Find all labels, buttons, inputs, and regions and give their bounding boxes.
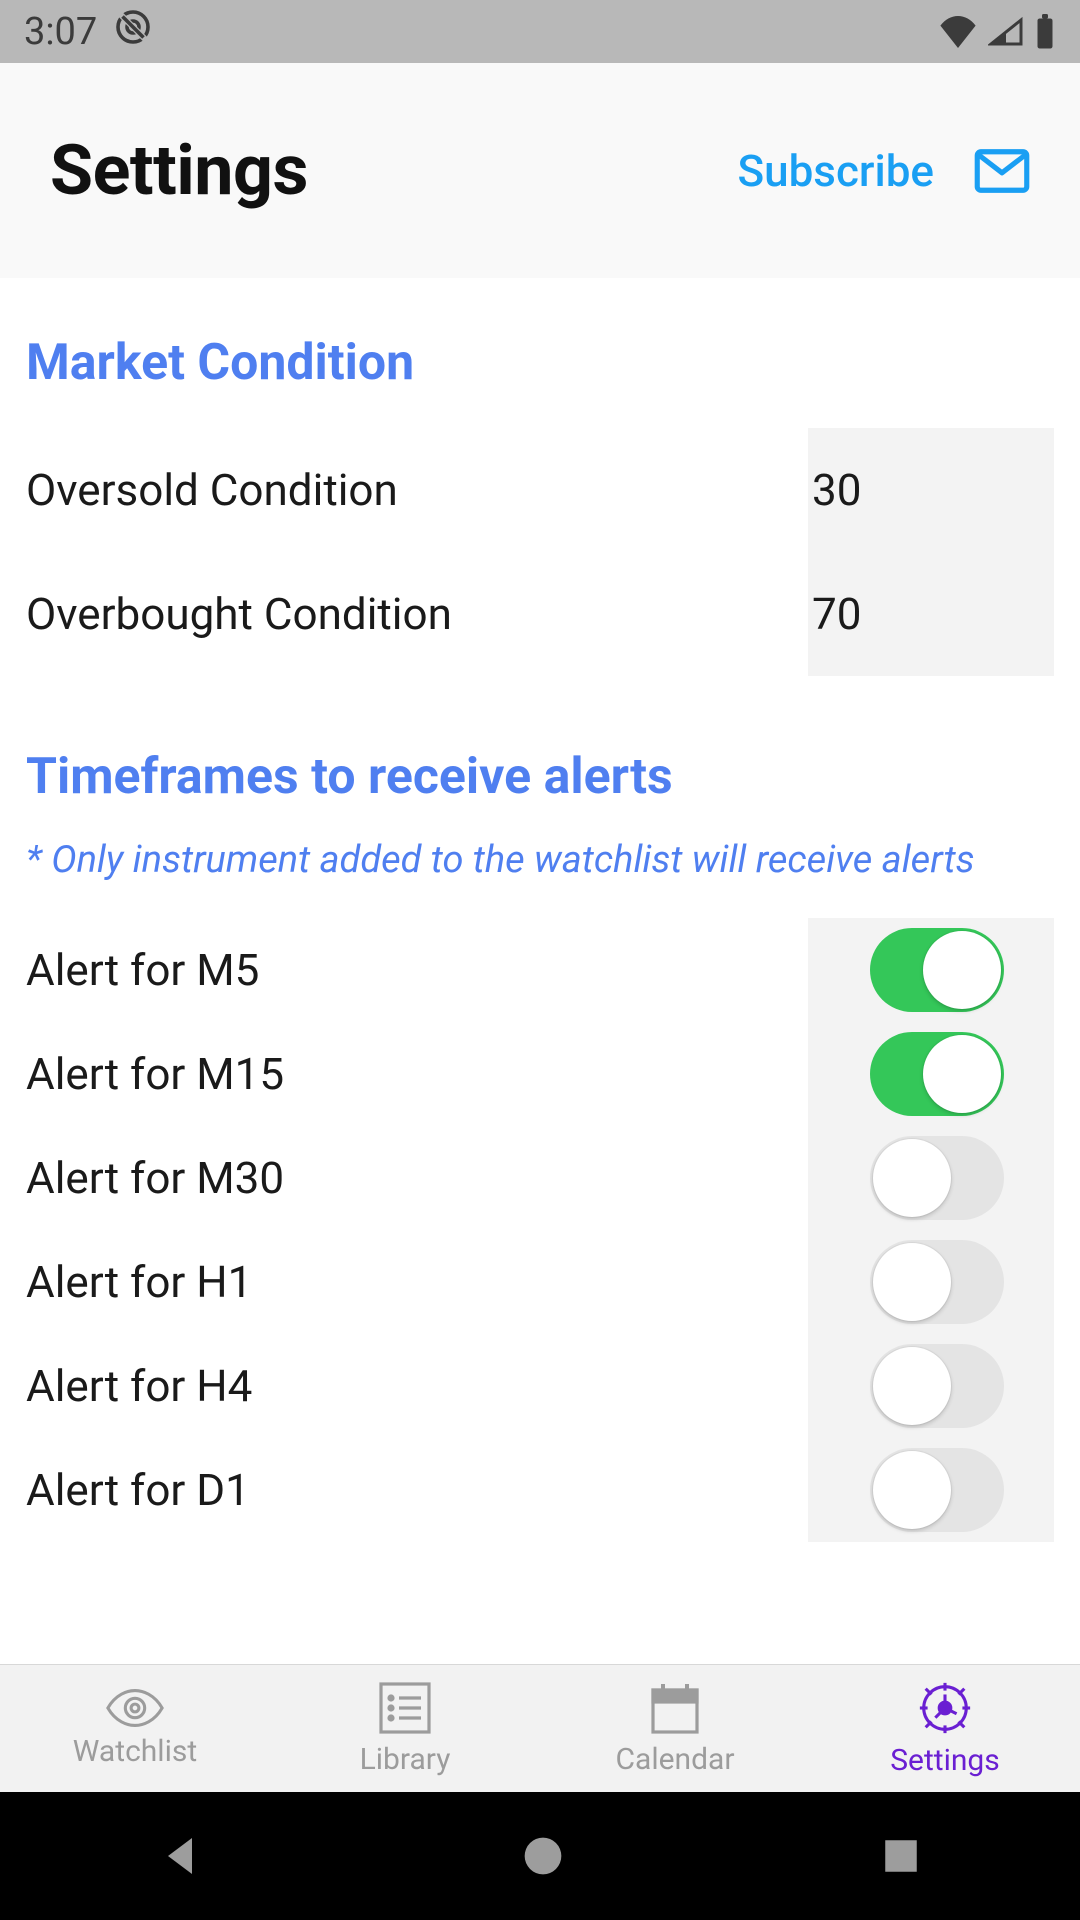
toggle-alert-m30[interactable] [870, 1136, 1004, 1220]
android-nav-bar [0, 1792, 1080, 1920]
toggle-alert-m15[interactable] [870, 1032, 1004, 1116]
tab-settings[interactable]: Settings [810, 1665, 1080, 1792]
toggle-alert-h4[interactable] [870, 1344, 1004, 1428]
row-overbought: Overbought Condition 70 [26, 552, 1054, 676]
row-alert-h1: Alert for H1 [26, 1230, 1054, 1334]
calendar-icon [647, 1680, 703, 1736]
row-oversold: Oversold Condition 30 [26, 428, 1054, 552]
label-alert-m5: Alert for M5 [26, 944, 259, 996]
tab-label: Settings [890, 1743, 1000, 1778]
row-alert-m15: Alert for M15 [26, 1022, 1054, 1126]
toggle-alert-h1[interactable] [870, 1240, 1004, 1324]
section-note-timeframes: * Only instrument added to the watchlist… [26, 838, 1054, 882]
nav-recent-icon[interactable] [880, 1835, 922, 1877]
wifi-icon [938, 16, 978, 48]
section-title-market: Market Condition [26, 334, 1054, 392]
tab-calendar[interactable]: Calendar [540, 1665, 810, 1792]
row-alert-m5: Alert for M5 [26, 918, 1054, 1022]
label-alert-m30: Alert for M30 [26, 1152, 284, 1204]
row-alert-m30: Alert for M30 [26, 1126, 1054, 1230]
status-bar: 3:07 [0, 0, 1080, 63]
tab-label: Calendar [615, 1742, 734, 1777]
tab-label: Library [360, 1742, 451, 1777]
battery-icon [1034, 14, 1056, 50]
eye-icon [104, 1688, 166, 1728]
nav-back-icon[interactable] [158, 1832, 206, 1880]
tab-bar: Watchlist Library [0, 1664, 1080, 1792]
label-overbought: Overbought Condition [26, 588, 452, 640]
label-oversold: Oversold Condition [26, 464, 398, 516]
row-alert-d1: Alert for D1 [26, 1438, 1054, 1542]
dnd-icon [115, 9, 151, 55]
tab-label: Watchlist [73, 1734, 197, 1769]
app-header: Settings Subscribe [0, 63, 1080, 278]
label-alert-h1: Alert for H1 [26, 1256, 252, 1308]
input-oversold[interactable]: 30 [808, 428, 1054, 552]
list-icon [377, 1680, 433, 1736]
row-alert-h4: Alert for H4 [26, 1334, 1054, 1438]
nav-home-icon[interactable] [521, 1834, 565, 1878]
tab-watchlist[interactable]: Watchlist [0, 1665, 270, 1792]
subscribe-button[interactable]: Subscribe [737, 145, 934, 197]
toggle-alert-m5[interactable] [870, 928, 1004, 1012]
toggle-alert-d1[interactable] [870, 1448, 1004, 1532]
status-time: 3:07 [24, 10, 97, 54]
tab-library[interactable]: Library [270, 1665, 540, 1792]
section-title-timeframes: Timeframes to receive alerts [26, 748, 1054, 806]
mail-icon[interactable] [974, 149, 1030, 193]
label-alert-d1: Alert for D1 [26, 1464, 250, 1516]
label-alert-h4: Alert for H4 [26, 1360, 252, 1412]
gear-icon [916, 1679, 974, 1737]
signal-icon [988, 16, 1024, 48]
label-alert-m15: Alert for M15 [26, 1048, 284, 1100]
page-title: Settings [50, 130, 308, 212]
input-overbought[interactable]: 70 [808, 552, 1054, 676]
